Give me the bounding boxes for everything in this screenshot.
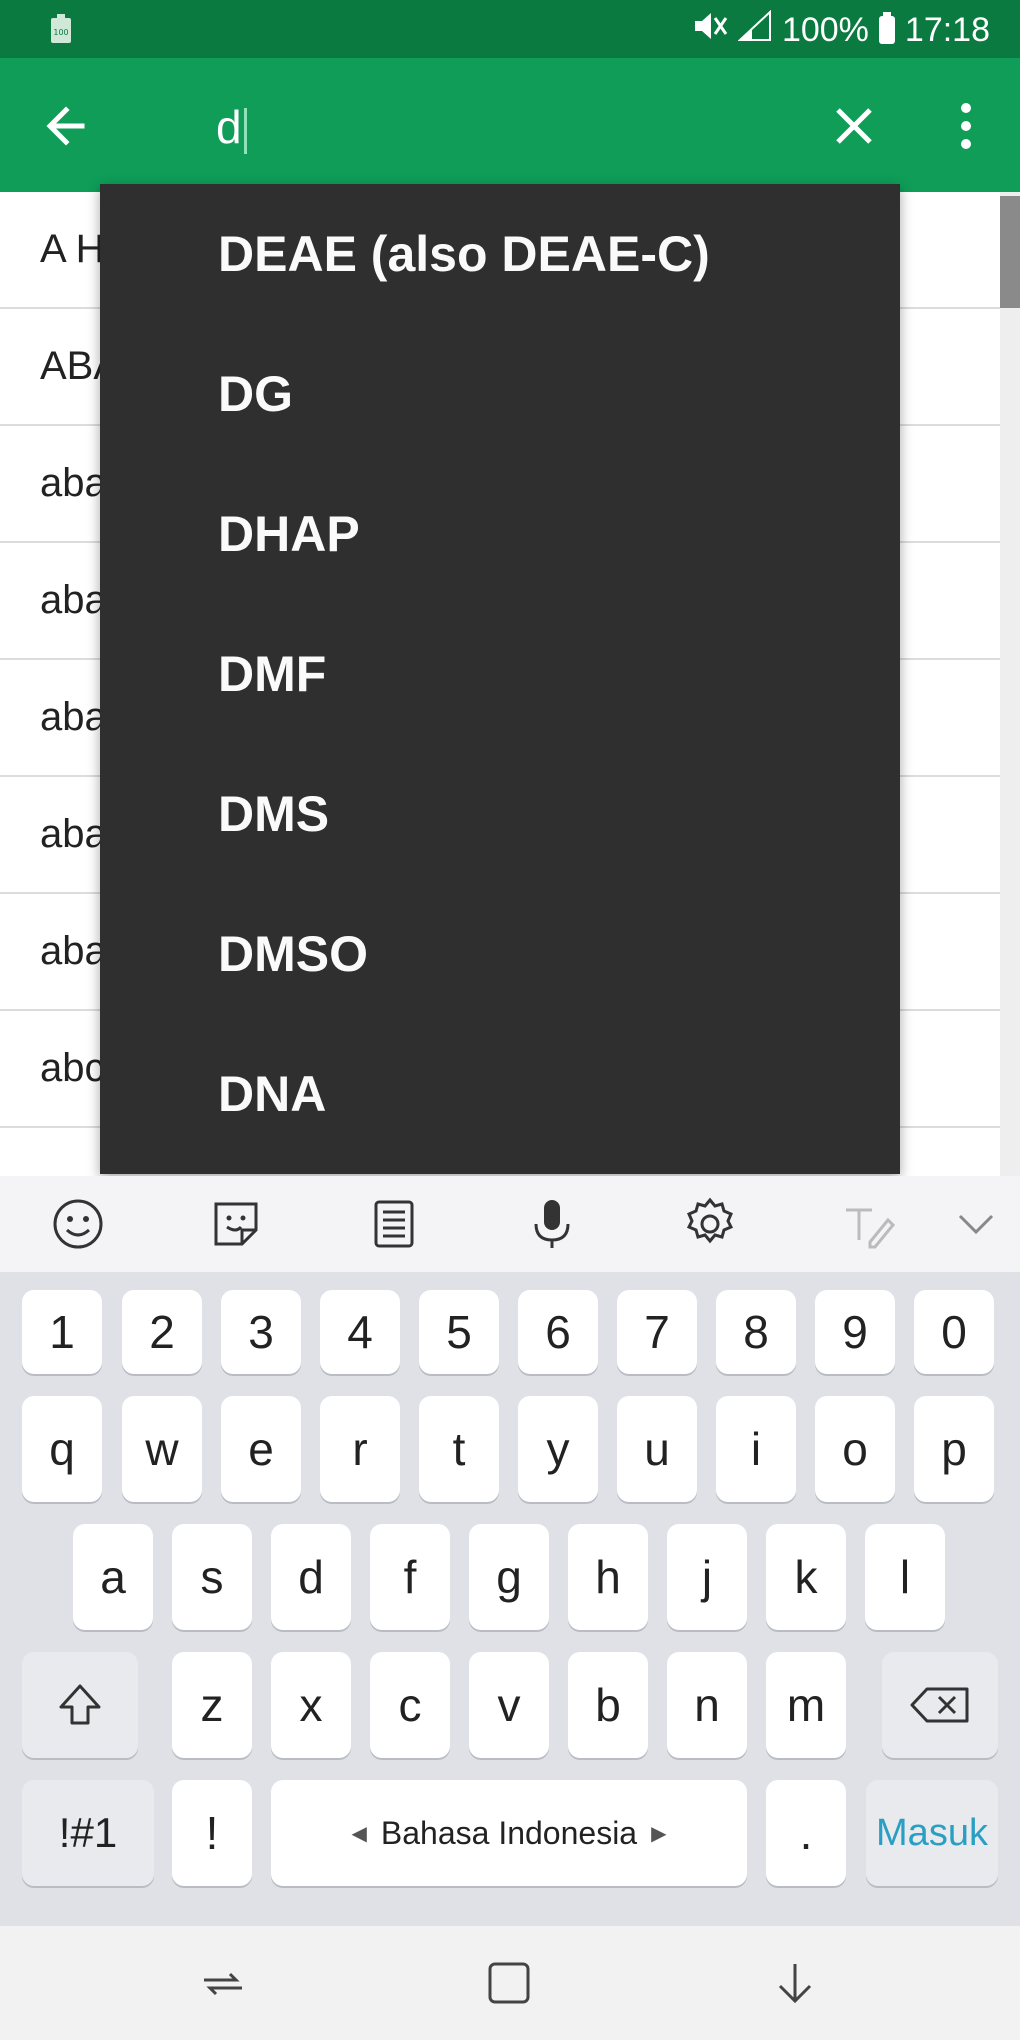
key-b[interactable]: b <box>568 1652 648 1758</box>
backspace-icon <box>910 1687 969 1723</box>
key-5[interactable]: 5 <box>419 1290 499 1374</box>
key-w[interactable]: w <box>122 1396 202 1502</box>
suggestion-item[interactable]: DMSO <box>100 884 900 1024</box>
suggestion-item[interactable]: DHAP <box>100 464 900 604</box>
chevron-down-icon[interactable] <box>948 1196 1004 1252</box>
clock: 17:18 <box>904 10 990 49</box>
emoji-icon[interactable] <box>50 1196 106 1252</box>
sticker-icon[interactable] <box>208 1196 264 1252</box>
enter-key[interactable]: Masuk <box>866 1780 998 1886</box>
scrollbar-track[interactable] <box>1000 192 1020 1176</box>
backspace-key[interactable] <box>882 1652 998 1758</box>
period-key[interactable]: . <box>766 1780 846 1886</box>
keyboard: 1 2 3 4 5 6 7 8 9 0 q w e r t y u i o p … <box>0 1272 1020 1926</box>
key-p[interactable]: p <box>914 1396 994 1502</box>
key-t[interactable]: t <box>419 1396 499 1502</box>
key-u[interactable]: u <box>617 1396 697 1502</box>
text-caret <box>243 107 247 154</box>
key-n[interactable]: n <box>667 1652 747 1758</box>
key-3[interactable]: 3 <box>221 1290 301 1374</box>
scrollbar-thumb[interactable] <box>1000 196 1020 308</box>
nav-bar <box>0 1926 1020 2040</box>
search-value: d <box>216 101 242 153</box>
settings-icon[interactable] <box>682 1196 738 1252</box>
suggestion-item[interactable]: DMS <box>100 744 900 884</box>
key-f[interactable]: f <box>370 1524 450 1630</box>
microphone-icon[interactable] <box>524 1196 580 1252</box>
handwriting-icon[interactable] <box>840 1196 896 1252</box>
suggestion-item[interactable]: DNA <box>100 1024 900 1164</box>
suggestion-dropdown: DEAE (also DEAE-C) DG DHAP DMF DMS DMSO … <box>100 184 900 1174</box>
exclaim-key[interactable]: ! <box>172 1780 252 1886</box>
shift-icon <box>59 1684 101 1725</box>
mute-icon <box>692 10 728 51</box>
key-r[interactable]: r <box>320 1396 400 1502</box>
key-8[interactable]: 8 <box>716 1290 796 1374</box>
suggestion-item[interactable]: DEAE (also DEAE-C) <box>100 184 900 324</box>
key-g[interactable]: g <box>469 1524 549 1630</box>
battery-percent: 100% <box>781 10 869 49</box>
key-e[interactable]: e <box>221 1396 301 1502</box>
key-h[interactable]: h <box>568 1524 648 1630</box>
key-v[interactable]: v <box>469 1652 549 1758</box>
keyboard-toolbar <box>0 1176 1020 1274</box>
battery-saver-icon: 100 <box>50 14 72 49</box>
key-o[interactable]: o <box>815 1396 895 1502</box>
key-q[interactable]: q <box>22 1396 102 1502</box>
key-x[interactable]: x <box>271 1652 351 1758</box>
key-l[interactable]: l <box>865 1524 945 1630</box>
key-6[interactable]: 6 <box>518 1290 598 1374</box>
key-4[interactable]: 4 <box>320 1290 400 1374</box>
key-1[interactable]: 1 <box>22 1290 102 1374</box>
key-7[interactable]: 7 <box>617 1290 697 1374</box>
key-d[interactable]: d <box>271 1524 351 1630</box>
recents-icon[interactable] <box>196 1958 250 2008</box>
key-i[interactable]: i <box>716 1396 796 1502</box>
space-label: Bahasa Indonesia <box>380 1814 638 1851</box>
key-k[interactable]: k <box>766 1524 846 1630</box>
more-vert-icon[interactable] <box>946 94 986 158</box>
app-bar: d <box>0 58 1020 192</box>
key-9[interactable]: 9 <box>815 1290 895 1374</box>
clipboard-icon[interactable] <box>366 1196 422 1252</box>
battery-icon <box>878 12 895 44</box>
language-right-icon: ▶ <box>651 1822 667 1845</box>
key-2[interactable]: 2 <box>122 1290 202 1374</box>
key-s[interactable]: s <box>172 1524 252 1630</box>
home-icon[interactable] <box>482 1958 536 2008</box>
back-arrow-icon[interactable] <box>40 100 100 152</box>
language-left-icon: ◀ <box>351 1822 367 1845</box>
key-j[interactable]: j <box>667 1524 747 1630</box>
status-bar: 100 100% 17:18 <box>0 0 1020 58</box>
back-down-icon[interactable] <box>768 1958 822 2008</box>
suggestion-item[interactable]: DMF <box>100 604 900 744</box>
key-0[interactable]: 0 <box>914 1290 994 1374</box>
symbols-key[interactable]: !#1 <box>22 1780 154 1886</box>
key-a[interactable]: a <box>73 1524 153 1630</box>
key-m[interactable]: m <box>766 1652 846 1758</box>
key-z[interactable]: z <box>172 1652 252 1758</box>
space-key[interactable]: ◀ Bahasa Indonesia ▶ <box>271 1780 747 1886</box>
suggestion-item[interactable]: DG <box>100 324 900 464</box>
shift-key[interactable] <box>22 1652 138 1758</box>
clear-icon[interactable] <box>826 98 882 154</box>
key-c[interactable]: c <box>370 1652 450 1758</box>
key-y[interactable]: y <box>518 1396 598 1502</box>
svg-text:100: 100 <box>53 28 68 37</box>
signal-icon <box>737 9 772 51</box>
search-input[interactable]: d <box>216 92 796 162</box>
